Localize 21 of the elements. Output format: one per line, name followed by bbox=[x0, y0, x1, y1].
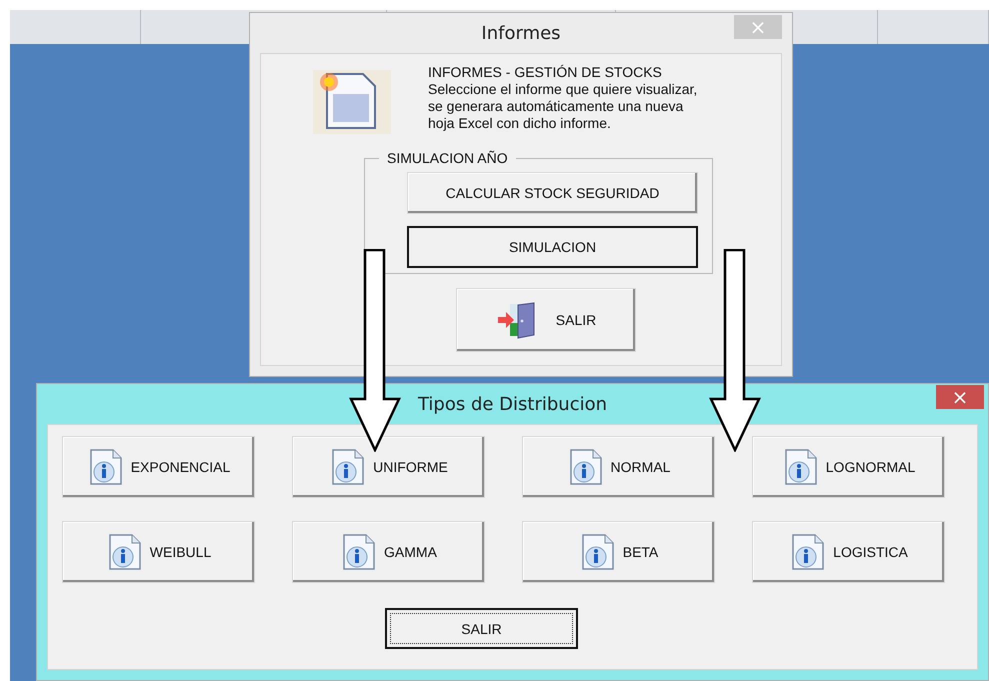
distribution-button[interactable]: LOGNORMAL bbox=[752, 436, 945, 498]
report-icon bbox=[313, 70, 391, 134]
distribution-button[interactable]: UNIFORME bbox=[292, 436, 485, 498]
distribution-button[interactable]: BETA bbox=[522, 521, 715, 583]
description-text: INFORMES - GESTIÓN DE STOCKS bbox=[428, 64, 663, 81]
window-title: Tipos de Distribucion bbox=[418, 394, 608, 414]
close-button[interactable]: × bbox=[936, 385, 984, 409]
distribution-button[interactable]: GAMMA bbox=[292, 521, 485, 583]
description-text: Seleccione el informe que quiere visualizar, bbox=[428, 81, 698, 98]
exit-button[interactable]: SALIR bbox=[385, 608, 578, 649]
distribution-button[interactable]: EXPONENCIAL bbox=[62, 436, 255, 498]
distribution-button[interactable]: NORMAL bbox=[522, 436, 715, 498]
description-text: hoja Excel con dicho informe. bbox=[428, 115, 612, 132]
group-legend: SIMULACION AÑO bbox=[379, 150, 516, 166]
description-text: se generara automáticamente una nueva bbox=[428, 98, 684, 115]
window-title: Informes bbox=[481, 22, 561, 44]
exit-button[interactable]: SALIR bbox=[456, 288, 636, 352]
distribution-button[interactable]: LOGISTICA bbox=[752, 521, 945, 583]
distribution-button[interactable]: WEIBULL bbox=[62, 521, 255, 583]
report-button[interactable]: SIMULACION bbox=[407, 226, 698, 268]
report-button[interactable]: CALCULAR STOCK SEGURIDAD bbox=[407, 172, 698, 214]
